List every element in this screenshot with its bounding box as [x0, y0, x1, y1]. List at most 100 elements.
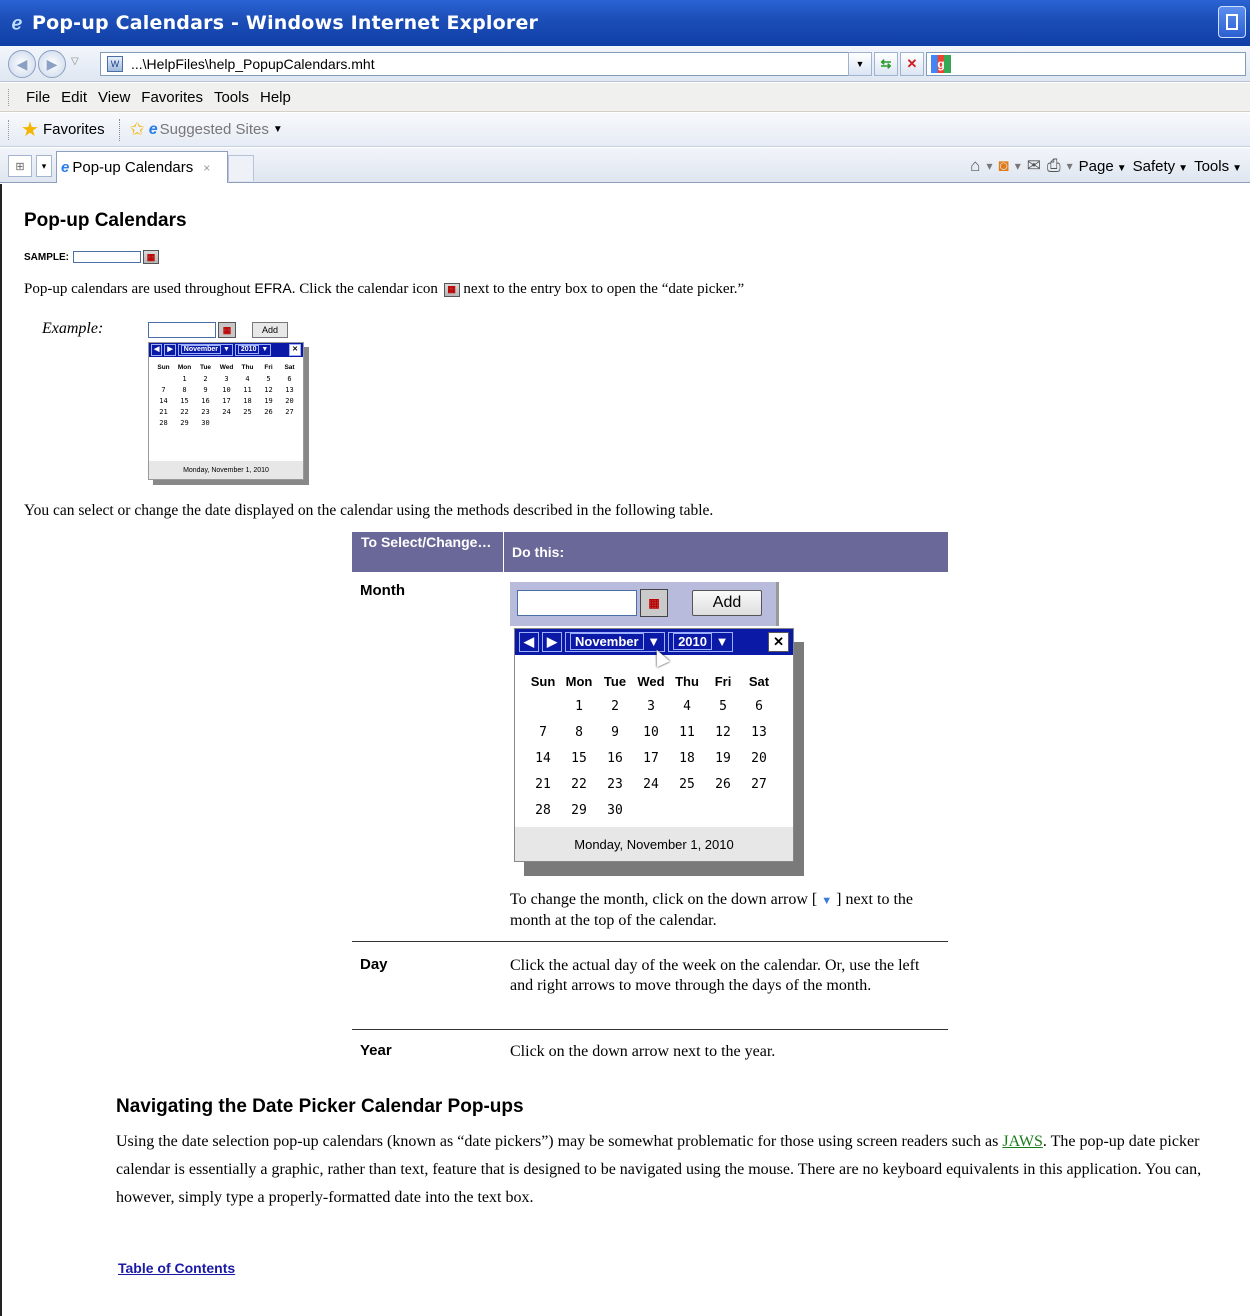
maximize-button[interactable]: [1218, 6, 1246, 38]
methods-paragraph: You can select or change the date displa…: [24, 502, 714, 519]
large-day: 20: [751, 750, 767, 766]
title-bar: ℯ Pop-up Calendars - Windows Internet Ex…: [0, 0, 1250, 46]
large-day: 21: [535, 776, 551, 792]
history-dropdown-icon[interactable]: ▽: [71, 56, 79, 67]
example-calendar-small: ▦ Add ◀ ▶ November ▼ 2010 ▼ ✕ Sun Mon Tu…: [144, 320, 310, 482]
table-header: To Select/Change… Do this:: [352, 532, 948, 572]
menu-help[interactable]: Help: [260, 89, 291, 106]
small-weekday: Sun: [157, 363, 170, 371]
month-desc-1: To change the month, click on the down a…: [510, 891, 818, 908]
header-col-select: To Select/Change…: [352, 532, 504, 572]
table-of-contents-link[interactable]: Table of Contents: [118, 1260, 235, 1276]
large-day: 15: [571, 750, 587, 766]
navigating-text-1: Using the date selection pop-up calendar…: [116, 1133, 999, 1150]
feeds-dropdown-icon[interactable]: ▾: [1015, 159, 1021, 173]
large-date-input: [517, 590, 637, 616]
small-weekday: Thu: [241, 363, 254, 371]
add-favorite-icon[interactable]: ✩: [130, 119, 145, 140]
small-add-button: Add: [252, 322, 288, 338]
suggested-sites-caret-icon[interactable]: ▼: [273, 124, 283, 135]
intro-app-name: EFRA: [254, 280, 292, 296]
menu-edit[interactable]: Edit: [61, 89, 87, 106]
small-day: 24: [222, 407, 231, 416]
large-day: 3: [647, 698, 655, 714]
tab-ie-icon: e: [61, 159, 70, 176]
page-menu-label: Page: [1078, 157, 1114, 175]
sample-calendar-icon[interactable]: ▦: [143, 250, 159, 264]
large-day: 23: [607, 776, 623, 792]
small-day: [258, 417, 279, 428]
favorites-button[interactable]: Favorites: [43, 121, 105, 138]
table-row-month: Month ▦ Add ◀ ▶ November ▼ 2010 ▼ ✕ Sun …: [352, 572, 948, 942]
large-day: 4: [683, 698, 691, 714]
small-weekday: Mon: [177, 363, 192, 371]
mail-icon[interactable]: ✉: [1027, 156, 1041, 176]
stop-icon[interactable]: ✕: [900, 52, 924, 76]
tools-caret-icon: ▼: [1232, 162, 1242, 174]
sample-date-input[interactable]: [73, 251, 141, 263]
small-calendar-grid: Sun Mon Tue Wed Thu Fri Sat 123456 7 8 9 10…: [153, 361, 300, 428]
favorites-star-icon: ★: [21, 119, 39, 141]
large-year: 2010 ▼: [668, 632, 734, 652]
small-date-picker-popup: ◀ ▶ November ▼ 2010 ▼ ✕ Sun Mon Tue Wed …: [148, 342, 304, 480]
large-day: 16: [607, 750, 623, 766]
large-day: 5: [719, 698, 727, 714]
jaws-link[interactable]: JAWS: [1002, 1133, 1043, 1150]
small-prev-icon: ◀: [151, 344, 163, 356]
large-day: 18: [679, 750, 695, 766]
menu-tools[interactable]: Tools: [214, 89, 249, 106]
suggested-sites-button[interactable]: Suggested Sites: [160, 121, 269, 138]
small-day: 26: [264, 407, 273, 416]
table-row-year: Year Click on the down arrow next to the…: [352, 1030, 948, 1076]
tab-list-icon[interactable]: ▾: [36, 155, 52, 177]
small-day: [216, 417, 237, 428]
small-month: November ▼: [177, 344, 233, 356]
small-day: 22: [180, 407, 189, 416]
new-tab-button[interactable]: [228, 155, 254, 181]
refresh-icon[interactable]: ⇆: [874, 52, 898, 76]
back-button[interactable]: ◀: [8, 50, 36, 78]
tab-close-icon[interactable]: ×: [203, 161, 210, 175]
address-field[interactable]: W ...\HelpFiles\help_PopupCalendars.mht: [100, 52, 862, 76]
menu-file[interactable]: File: [26, 89, 50, 106]
small-day: 21: [159, 407, 168, 416]
menu-favorites[interactable]: Favorites: [141, 89, 203, 106]
large-day: [525, 693, 561, 719]
small-weekday: Tue: [199, 363, 212, 371]
small-day: 3: [224, 374, 229, 383]
home-dropdown-icon[interactable]: ▾: [986, 159, 992, 173]
large-prev-icon: ◀: [519, 632, 539, 652]
safety-menu[interactable]: Safety ▼: [1133, 158, 1188, 175]
tab-pop-up-calendars[interactable]: e Pop-up Calendars ×: [56, 151, 228, 183]
page-menu[interactable]: Page ▼: [1079, 158, 1127, 175]
large-day: 2: [611, 698, 619, 714]
forward-button[interactable]: ▶: [38, 50, 66, 78]
small-day: 20: [285, 396, 294, 405]
print-icon[interactable]: ⎙: [1047, 156, 1061, 176]
large-add-button: Add: [692, 590, 762, 616]
intro-text-3: next to the entry box to open the “date …: [463, 281, 745, 297]
print-dropdown-icon[interactable]: ▾: [1067, 159, 1073, 173]
small-day: 16: [201, 396, 210, 405]
quick-tabs-icon[interactable]: ⊞: [8, 155, 32, 177]
feeds-icon[interactable]: ◙: [998, 156, 1008, 176]
large-day: 29: [571, 802, 587, 818]
search-field[interactable]: g: [926, 52, 1246, 76]
small-day: 1: [182, 374, 187, 383]
address-dropdown-icon[interactable]: ▼: [848, 52, 872, 76]
large-day: 25: [679, 776, 695, 792]
favorites-separator: [118, 118, 120, 141]
large-weekday: Sat: [748, 673, 770, 689]
small-weekday: Sat: [284, 363, 295, 371]
large-day: 11: [679, 724, 695, 740]
large-weekday: Tue: [603, 673, 627, 689]
home-icon[interactable]: ⌂: [970, 156, 980, 176]
large-day: 30: [607, 802, 623, 818]
table-row-day: Day Click the actual day of the week on …: [352, 942, 948, 1030]
tools-menu[interactable]: Tools ▼: [1194, 158, 1242, 175]
sample-row: SAMPLE: ▦: [24, 250, 159, 264]
small-day: 12: [264, 385, 273, 394]
large-day: [633, 797, 669, 823]
large-weekday: Mon: [565, 673, 593, 689]
menu-view[interactable]: View: [98, 89, 130, 106]
